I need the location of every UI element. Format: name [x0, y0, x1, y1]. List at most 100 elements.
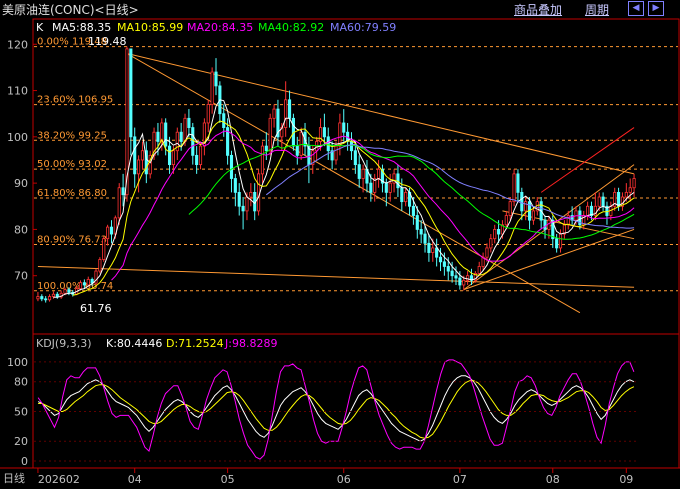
- candle-body: [237, 191, 241, 207]
- candle: [272, 104, 276, 128]
- candle-body: [206, 104, 210, 124]
- candle-body: [295, 145, 299, 156]
- candle-body: [423, 233, 427, 244]
- candle: [516, 169, 520, 202]
- candle-body: [493, 229, 497, 240]
- candle-body: [388, 182, 392, 193]
- candle-body: [284, 99, 288, 128]
- ma10-line: [72, 120, 635, 296]
- trend-line-2: [37, 265, 635, 288]
- candle: [481, 252, 485, 272]
- candle: [98, 257, 102, 274]
- candle: [404, 187, 408, 207]
- candle: [51, 291, 55, 299]
- fib-label-5: 80.90% 76.73: [37, 235, 107, 246]
- fib-label-4: 61.80% 86.80: [37, 188, 107, 199]
- candle: [191, 122, 195, 165]
- candle: [620, 192, 625, 211]
- candle-body: [229, 154, 234, 179]
- candle-body: [257, 173, 261, 212]
- candle: [601, 192, 605, 211]
- candle: [229, 150, 234, 193]
- candle: [357, 155, 361, 188]
- candle: [365, 159, 369, 193]
- candle: [210, 67, 214, 114]
- price-tick-label: 100: [7, 131, 28, 144]
- candle: [195, 146, 199, 174]
- kdj-title: KDJ(9,3,3): [36, 337, 92, 350]
- candle-body: [555, 238, 559, 249]
- candle-body: [67, 289, 71, 293]
- candle-body: [400, 187, 404, 203]
- candle-body: [129, 48, 133, 138]
- candle: [40, 294, 44, 302]
- candle: [287, 90, 292, 128]
- candle: [524, 197, 528, 221]
- candle-body: [547, 219, 551, 230]
- candle-body: [411, 205, 415, 216]
- candle-body: [214, 71, 218, 87]
- candle-body: [167, 145, 172, 166]
- chart-canvas[interactable]: 0.00% 119.4823.60% 106.9538.20% 99.2550.…: [0, 0, 680, 489]
- candle-body: [520, 191, 524, 212]
- candle: [555, 234, 559, 253]
- candle-body: [427, 242, 431, 253]
- candle-body: [369, 182, 373, 193]
- candle-body: [516, 173, 520, 193]
- candle-body: [601, 196, 605, 207]
- candle-body: [454, 275, 458, 279]
- kdj-tick-label: 20: [14, 435, 28, 448]
- candle-body: [628, 187, 632, 193]
- time-tick-label: 05: [221, 473, 235, 486]
- candle-body: [489, 238, 493, 249]
- candle: [148, 150, 152, 179]
- time-tick-label: 08: [546, 473, 560, 486]
- candle-body: [404, 191, 408, 203]
- candle-body: [249, 191, 253, 198]
- candle: [586, 201, 590, 221]
- candle-body: [438, 256, 443, 263]
- candle: [202, 118, 206, 156]
- candle-body: [531, 210, 535, 221]
- candle: [469, 268, 474, 285]
- candle: [55, 291, 59, 299]
- candle: [260, 141, 265, 184]
- legend-ma10: MA10:85.99: [117, 21, 183, 34]
- candle: [109, 220, 114, 244]
- candle-body: [450, 270, 454, 277]
- candle-body: [558, 233, 563, 249]
- candle-body: [462, 279, 466, 286]
- candle: [206, 99, 210, 133]
- candle-body: [377, 168, 381, 179]
- candle-body: [504, 215, 508, 226]
- candle-body: [40, 296, 44, 300]
- candle-body: [121, 187, 125, 196]
- price-tick-label: 80: [14, 223, 28, 236]
- legend-ma20: MA20:84.35: [187, 21, 253, 34]
- candle: [539, 197, 543, 230]
- candle-body: [78, 282, 83, 290]
- candle: [373, 173, 377, 202]
- candle: [489, 234, 493, 253]
- candle: [137, 155, 141, 193]
- fib-label-1: 23.60% 106.95: [37, 95, 113, 106]
- candle: [214, 58, 218, 96]
- candle: [349, 132, 354, 160]
- candle: [133, 127, 137, 188]
- kdj-j-line: [37, 359, 635, 460]
- candle-body: [51, 293, 55, 297]
- candle-body: [435, 247, 439, 258]
- candle-body: [624, 191, 628, 198]
- time-tick-label: 06: [337, 473, 351, 486]
- candle-body: [458, 277, 462, 286]
- candle-body: [195, 154, 199, 166]
- candle: [582, 210, 586, 230]
- candle-body: [86, 279, 90, 286]
- kdj-tick-label: 0: [21, 455, 28, 468]
- candle-body: [431, 247, 435, 253]
- candle: [47, 294, 52, 302]
- candle-body: [47, 296, 52, 301]
- candlesticks: [36, 46, 636, 303]
- footer-period-label: 日线: [3, 471, 25, 485]
- candle-body: [485, 247, 489, 258]
